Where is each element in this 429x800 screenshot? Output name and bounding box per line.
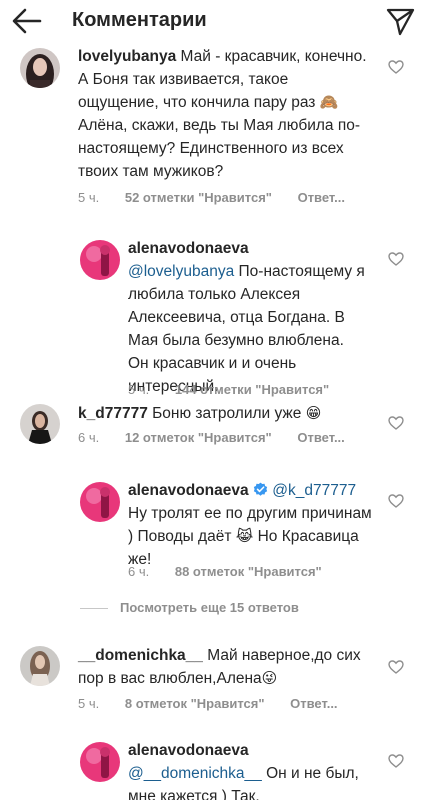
likes-count[interactable]: 88 отметок "Нравится"	[175, 564, 322, 579]
mention-link[interactable]: @__domenichka__	[128, 765, 262, 782]
reply-text: alenavodonaeva @k_d77777 Ну тролят ее по…	[128, 479, 378, 571]
comment-meta: 5 ч. 8 отметок "Нравится" Ответ...	[78, 696, 338, 711]
comment-meta: 6 ч. 88 отметок "Нравится"	[128, 564, 322, 579]
like-heart-icon[interactable]	[388, 60, 404, 74]
likes-count[interactable]: 8 отметок "Нравится"	[125, 696, 265, 711]
comment-username[interactable]: k_d77777	[78, 405, 148, 422]
comment-username[interactable]: alenavodonaeva	[128, 240, 249, 257]
likes-count[interactable]: 52 отметки "Нравится"	[125, 190, 272, 205]
comment-meta: 5 ч. 52 отметки "Нравится" Ответ...	[78, 190, 345, 205]
comment-meta: 6 ч. 12 отметок "Нравится" Ответ...	[78, 430, 345, 445]
avatar[interactable]	[20, 404, 60, 444]
back-arrow-icon[interactable]	[10, 6, 44, 36]
like-heart-icon[interactable]	[388, 754, 404, 768]
reply-button[interactable]: Ответ...	[298, 190, 345, 205]
like-heart-icon[interactable]	[388, 660, 404, 674]
divider	[80, 608, 108, 610]
winking-tongue-emoji: 😜	[261, 670, 278, 687]
reply-text: alenavodonaeva @__domenichka__ Он и не б…	[128, 739, 378, 800]
mention-link[interactable]: @lovelyubanya	[128, 263, 234, 280]
comment-body: По-настоящему я любила только Алексея Ал…	[128, 263, 365, 395]
see-no-evil-emoji: 🙈	[319, 94, 339, 111]
grinning-emoji: 😁	[305, 405, 322, 422]
avatar[interactable]	[20, 646, 60, 686]
comment-meta: 5 ч. 144 отметки "Нравится"	[128, 382, 329, 397]
like-heart-icon[interactable]	[388, 494, 404, 508]
page-title: Комментарии	[72, 9, 207, 31]
comment-text: __domenichka__ Май наверное,до сих пор в…	[78, 644, 378, 690]
comment-body: Боню затролили уже	[147, 405, 306, 422]
view-more-replies-button[interactable]: Посмотреть еще 15 ответов	[80, 600, 299, 615]
top-bar: Комментарии	[0, 0, 429, 44]
comment-time: 5 ч.	[78, 190, 100, 205]
comment-username[interactable]: alenavodonaeva	[128, 482, 249, 499]
comment-text: lovelyubanya Май - красавчик, конечно. А…	[78, 45, 368, 183]
like-heart-icon[interactable]	[388, 252, 404, 266]
comment-username[interactable]: __domenichka__	[78, 647, 203, 664]
reply-text: alenavodonaeva @lovelyubanya По-настояще…	[128, 237, 368, 398]
reply-button[interactable]: Ответ...	[290, 696, 337, 711]
comment-time: 5 ч.	[128, 382, 150, 397]
avatar[interactable]	[80, 482, 120, 522]
reply-button[interactable]: Ответ...	[297, 430, 344, 445]
avatar[interactable]	[20, 48, 60, 88]
verified-badge-icon	[253, 482, 268, 496]
comment-username[interactable]: lovelyubanya	[78, 48, 176, 65]
comment-time: 6 ч.	[78, 430, 100, 445]
likes-count[interactable]: 12 отметок "Нравится"	[125, 430, 272, 445]
comment-text: k_d77777 Боню затролили уже 😁	[78, 402, 378, 425]
comment-body-continued: Алёна, скажи, ведь ты Мая любила по-наст…	[78, 117, 360, 180]
comment-time: 5 ч.	[78, 696, 100, 711]
likes-count[interactable]: 144 отметки "Нравится"	[175, 382, 329, 397]
comment-time: 6 ч.	[128, 564, 150, 579]
avatar[interactable]	[80, 742, 120, 782]
avatar[interactable]	[80, 240, 120, 280]
mention-link[interactable]: @k_d77777	[272, 482, 356, 499]
crying-cat-emoji: 😹	[235, 528, 254, 545]
direct-send-icon[interactable]	[384, 5, 416, 37]
like-heart-icon[interactable]	[388, 416, 404, 430]
comment-username[interactable]: alenavodonaeva	[128, 742, 249, 759]
view-more-replies-label: Посмотреть еще 15 ответов	[120, 600, 299, 615]
